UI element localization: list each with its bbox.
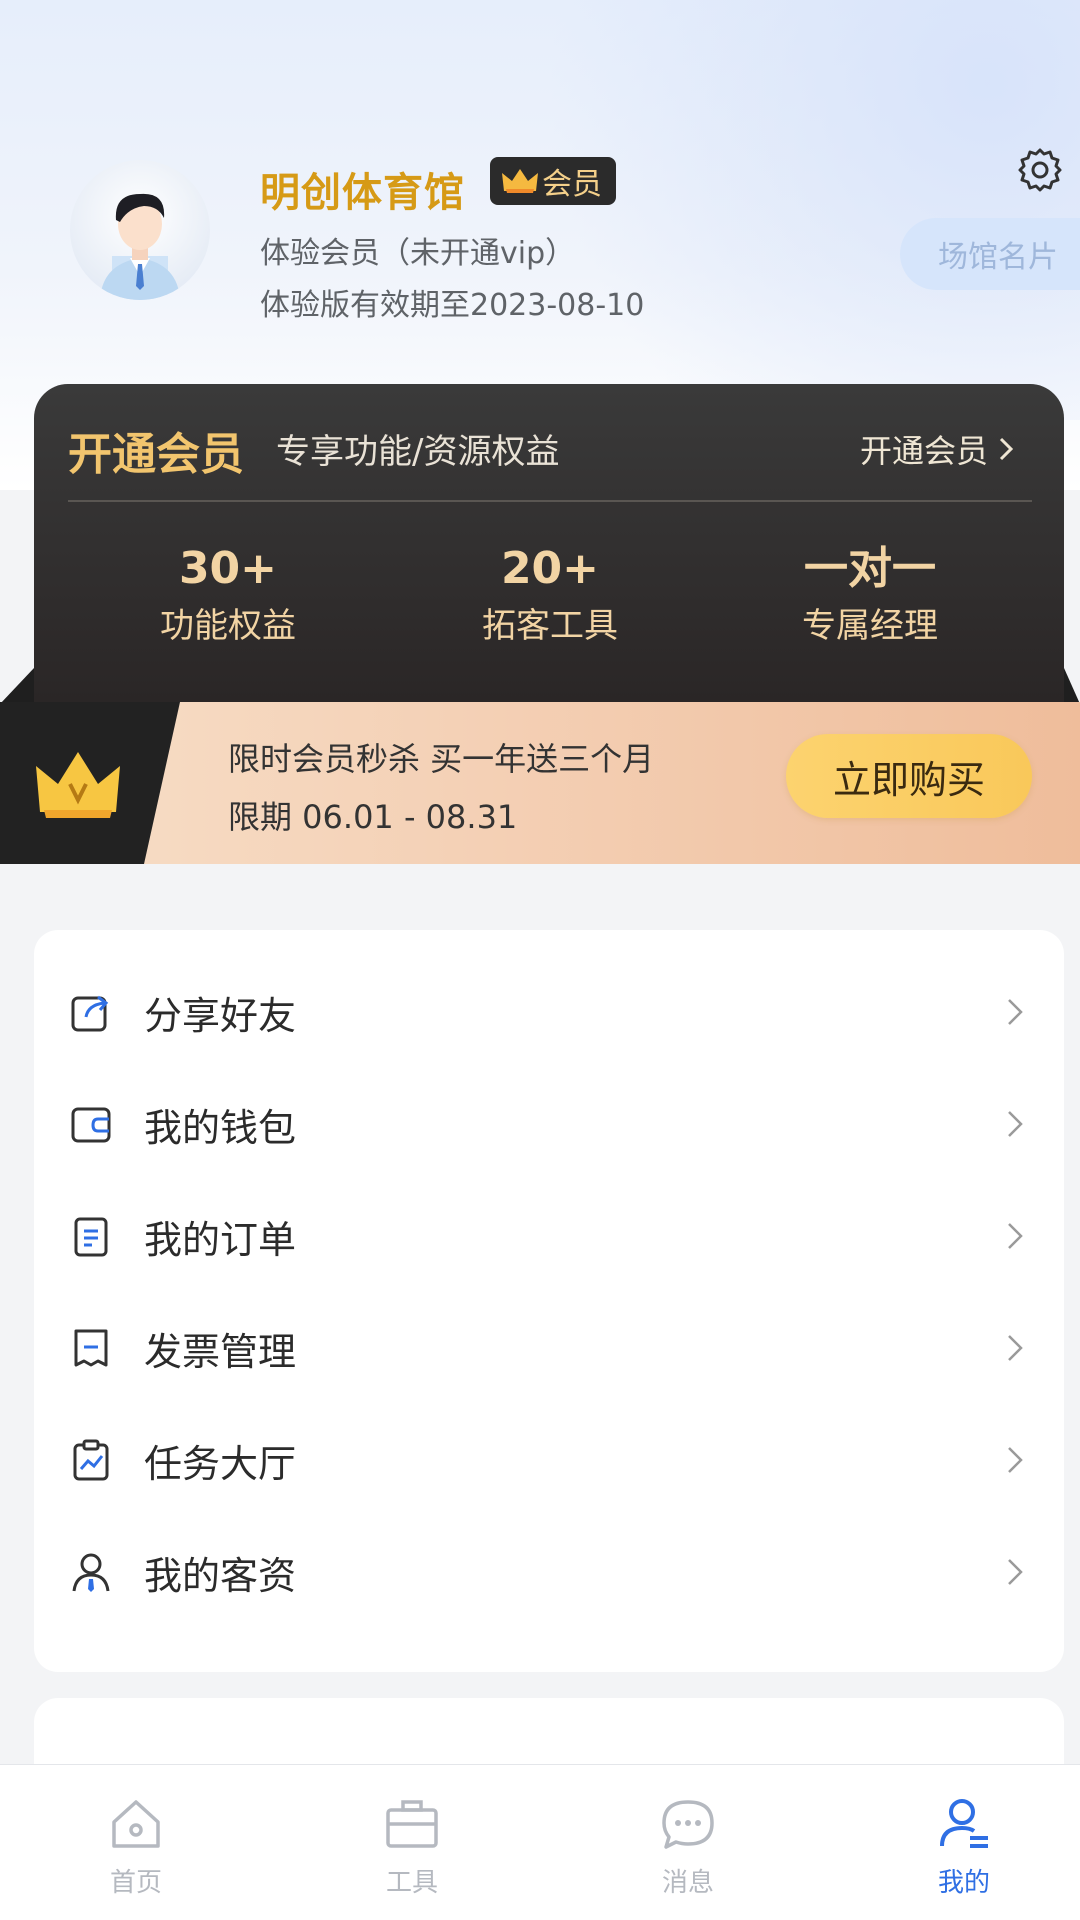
menu-item-wallet[interactable]: 我的钱包 <box>34 1068 1064 1180</box>
benefit-label: 拓客工具 <box>482 606 618 646</box>
vip-card-edge-left <box>0 668 34 704</box>
membership-expiry: 体验版有效期至2023-08-10 <box>260 288 645 323</box>
nav-label: 我的 <box>937 1868 990 1898</box>
buy-now-button[interactable]: 立即购买 <box>786 734 1032 818</box>
invoice-icon <box>74 1329 108 1367</box>
vip-card-edge-right <box>1064 668 1080 704</box>
nav-label: 工具 <box>385 1868 438 1898</box>
menu-item-label: 分享好友 <box>144 993 297 1038</box>
menu-item-label: 我的钱包 <box>144 1105 297 1150</box>
vip-divider <box>68 500 1032 502</box>
chevron-right-icon <box>999 437 1014 461</box>
venue-name: 明创体育馆 <box>260 170 465 216</box>
vip-crown-icon <box>36 752 120 818</box>
member-badge-label: 会员 <box>542 167 602 202</box>
order-icon <box>74 1217 108 1257</box>
toolbox-icon <box>386 1800 438 1848</box>
benefit-value: 一对一 <box>804 543 936 594</box>
menu-item-share[interactable]: 分享好友 <box>34 956 1064 1068</box>
avatar-illustration-icon <box>100 193 180 300</box>
promo-period: 限期 06.01 - 08.31 <box>228 798 518 836</box>
benefit-label: 专属经理 <box>802 606 938 646</box>
menu-item-invoice[interactable]: 发票管理 <box>34 1292 1064 1404</box>
nav-profile[interactable]: 我的 <box>894 1796 1034 1899</box>
nav-label: 消息 <box>661 1868 714 1898</box>
chevron-right-icon <box>1008 1223 1023 1249</box>
menu-item-label: 发票管理 <box>144 1329 297 1374</box>
crown-icon <box>502 169 538 193</box>
chevron-right-icon <box>1008 1447 1023 1473</box>
member-status: 体验会员（未开通vip） <box>260 236 576 271</box>
nav-label: 首页 <box>109 1868 162 1898</box>
chevron-right-icon <box>1008 1335 1023 1361</box>
task-icon <box>73 1439 109 1481</box>
avatar[interactable] <box>70 160 210 300</box>
menu-item-orders[interactable]: 我的订单 <box>34 1180 1064 1292</box>
open-vip-link[interactable]: 开通会员 <box>860 426 1016 472</box>
chevron-right-icon <box>1008 1111 1023 1137</box>
nav-messages[interactable]: 消息 <box>618 1796 758 1899</box>
open-vip-link-label: 开通会员 <box>860 432 989 470</box>
promo-headline: 限时会员秒杀 买一年送三个月 <box>228 740 655 778</box>
chevron-right-icon <box>1008 1559 1023 1585</box>
settings-gear-icon[interactable] <box>1016 146 1064 194</box>
benefit-label: 功能权益 <box>160 606 296 646</box>
nav-tools[interactable]: 工具 <box>342 1796 482 1899</box>
home-icon <box>112 1800 160 1848</box>
benefit-tools: 20+ 拓客工具 <box>400 540 700 654</box>
vip-subtitle: 专享功能/资源权益 <box>276 432 560 472</box>
benefit-manager: 一对一 专属经理 <box>720 540 1020 654</box>
vip-title: 开通会员 <box>68 429 244 480</box>
message-icon <box>662 1800 714 1849</box>
menu-item-label: 我的客资 <box>144 1553 297 1598</box>
customer-icon <box>72 1553 110 1592</box>
menu-item-label: 任务大厅 <box>144 1441 297 1486</box>
menu-item-customers[interactable]: 我的客资 <box>34 1516 1064 1628</box>
benefit-features: 30+ 功能权益 <box>78 540 378 654</box>
wallet-icon <box>71 1107 111 1143</box>
chevron-right-icon <box>1008 999 1023 1025</box>
menu-item-tasks[interactable]: 任务大厅 <box>34 1404 1064 1516</box>
profile-page: 明创体育馆 会员 体验会员（未开通vip） 体验版有效期至2023-08-10 … <box>0 0 1080 1920</box>
share-icon <box>71 995 109 1032</box>
member-badge: 会员 <box>490 157 616 205</box>
benefit-value: 30+ <box>178 543 278 594</box>
nav-home[interactable]: 首页 <box>66 1796 206 1899</box>
venue-card-button[interactable]: 场馆名片 <box>900 218 1080 290</box>
benefit-value: 20+ <box>500 543 600 594</box>
profile-icon <box>940 1799 988 1848</box>
menu-item-label: 我的订单 <box>144 1217 297 1262</box>
